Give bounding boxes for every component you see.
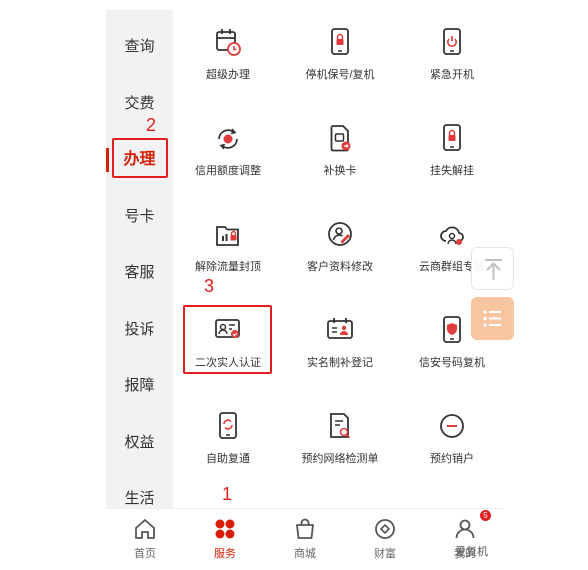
step-number-1: 1	[222, 484, 233, 504]
grid-item-super-handle[interactable]: 超级办理	[173, 28, 283, 108]
user-icon	[455, 519, 475, 539]
minus-circle-icon	[440, 414, 464, 438]
grid-item-realname-register[interactable]: 实名制补登记	[285, 316, 395, 396]
phone-lock-badge-icon	[443, 124, 461, 151]
sidebar-item-query[interactable]: 查询	[106, 37, 173, 57]
grid-item-self-restore[interactable]: 自助复通	[173, 412, 283, 492]
grid-item-label: 解除流量封顶	[195, 261, 261, 273]
id-register-icon	[327, 318, 353, 339]
bottom-tab-bar: 首页 服务 商城 财富 我的	[106, 508, 502, 570]
highlight-box-verify	[183, 305, 272, 374]
scroll-top-button[interactable]	[471, 247, 514, 290]
home-icon	[135, 519, 155, 539]
tab-service[interactable]: 服务	[186, 509, 264, 570]
grid-item-profile-edit[interactable]: 客户资料修改	[285, 220, 395, 300]
sim-card-icon	[330, 125, 351, 152]
grid-item-sim-replace[interactable]: 补换卡	[285, 124, 395, 204]
edit-circle-icon	[328, 222, 352, 246]
grid-item-report-loss[interactable]: 挂失解挂	[397, 124, 507, 204]
grid-item-label: 停机保号/复机	[305, 69, 375, 81]
tab-label: 财富	[374, 548, 396, 560]
credit-refresh-icon	[218, 128, 238, 150]
phone-lock-icon	[331, 28, 349, 55]
document-search-icon	[330, 413, 351, 439]
grid-item-label: 挂失解挂	[430, 165, 474, 177]
tab-mall[interactable]: 商城	[266, 509, 344, 570]
grid-item-label: 自助复通	[206, 453, 250, 465]
grid-item-label: 信安号码复机	[419, 357, 485, 369]
grid-item-label: 超级办理	[206, 69, 250, 81]
folder-lock-icon	[216, 226, 239, 246]
sidebar-item-number-card[interactable]: 号卡	[106, 207, 173, 227]
grid-item-label: 预约销户	[430, 453, 474, 465]
highlight-box-handle	[112, 138, 168, 178]
grid-item-label: 预约网络检测单	[301, 453, 379, 465]
service-flower-icon	[215, 519, 235, 539]
watermark: 爱复机	[455, 546, 488, 558]
grid-item-credit-adjust[interactable]: 信用额度调整	[173, 124, 283, 204]
phone-refresh-icon	[219, 412, 237, 439]
grid-item-label: 补换卡	[323, 165, 357, 177]
arrow-up-icon	[485, 259, 502, 280]
tab-label: 首页	[134, 548, 156, 560]
step-number-2: 2	[146, 115, 157, 135]
sidebar-item-complaint[interactable]: 投诉	[106, 320, 173, 340]
cloud-person-icon	[440, 226, 464, 245]
grid-item-suspend-keep-number[interactable]: 停机保号/复机	[285, 28, 395, 108]
grid-item-cancel-account[interactable]: 预约销户	[397, 412, 507, 492]
calendar-clock-icon	[216, 29, 241, 56]
notification-badge: 5	[480, 510, 491, 521]
step-number-3: 3	[204, 276, 215, 296]
menu-list-button[interactable]	[471, 297, 514, 340]
grid-item-network-check[interactable]: 预约网络检测单	[285, 412, 395, 492]
grid-item-label: 紧急开机	[430, 69, 474, 81]
sidebar-item-fault-report[interactable]: 报障	[106, 376, 173, 396]
tab-label: 服务	[214, 548, 236, 560]
grid-item-unlimit-data[interactable]: 解除流量封顶	[173, 220, 283, 300]
tab-home[interactable]: 首页	[106, 509, 184, 570]
phone-shield-icon	[443, 316, 461, 343]
tab-wealth[interactable]: 财富	[346, 509, 424, 570]
grid-item-label: 信用额度调整	[195, 165, 261, 177]
grid-item-label: 实名制补登记	[307, 357, 373, 369]
list-icon	[483, 310, 501, 327]
grid-item-label: 客户资料修改	[307, 261, 373, 273]
sidebar-item-payment[interactable]: 交费	[106, 94, 173, 114]
grid-item-emergency-start[interactable]: 紧急开机	[397, 28, 507, 108]
phone-power-icon	[443, 28, 461, 55]
wealth-icon	[375, 519, 395, 539]
tab-mine[interactable]: 我的	[426, 509, 504, 570]
sidebar-item-life[interactable]: 生活	[106, 489, 173, 509]
shopping-bag-icon	[296, 518, 314, 539]
tab-label: 商城	[294, 548, 316, 560]
